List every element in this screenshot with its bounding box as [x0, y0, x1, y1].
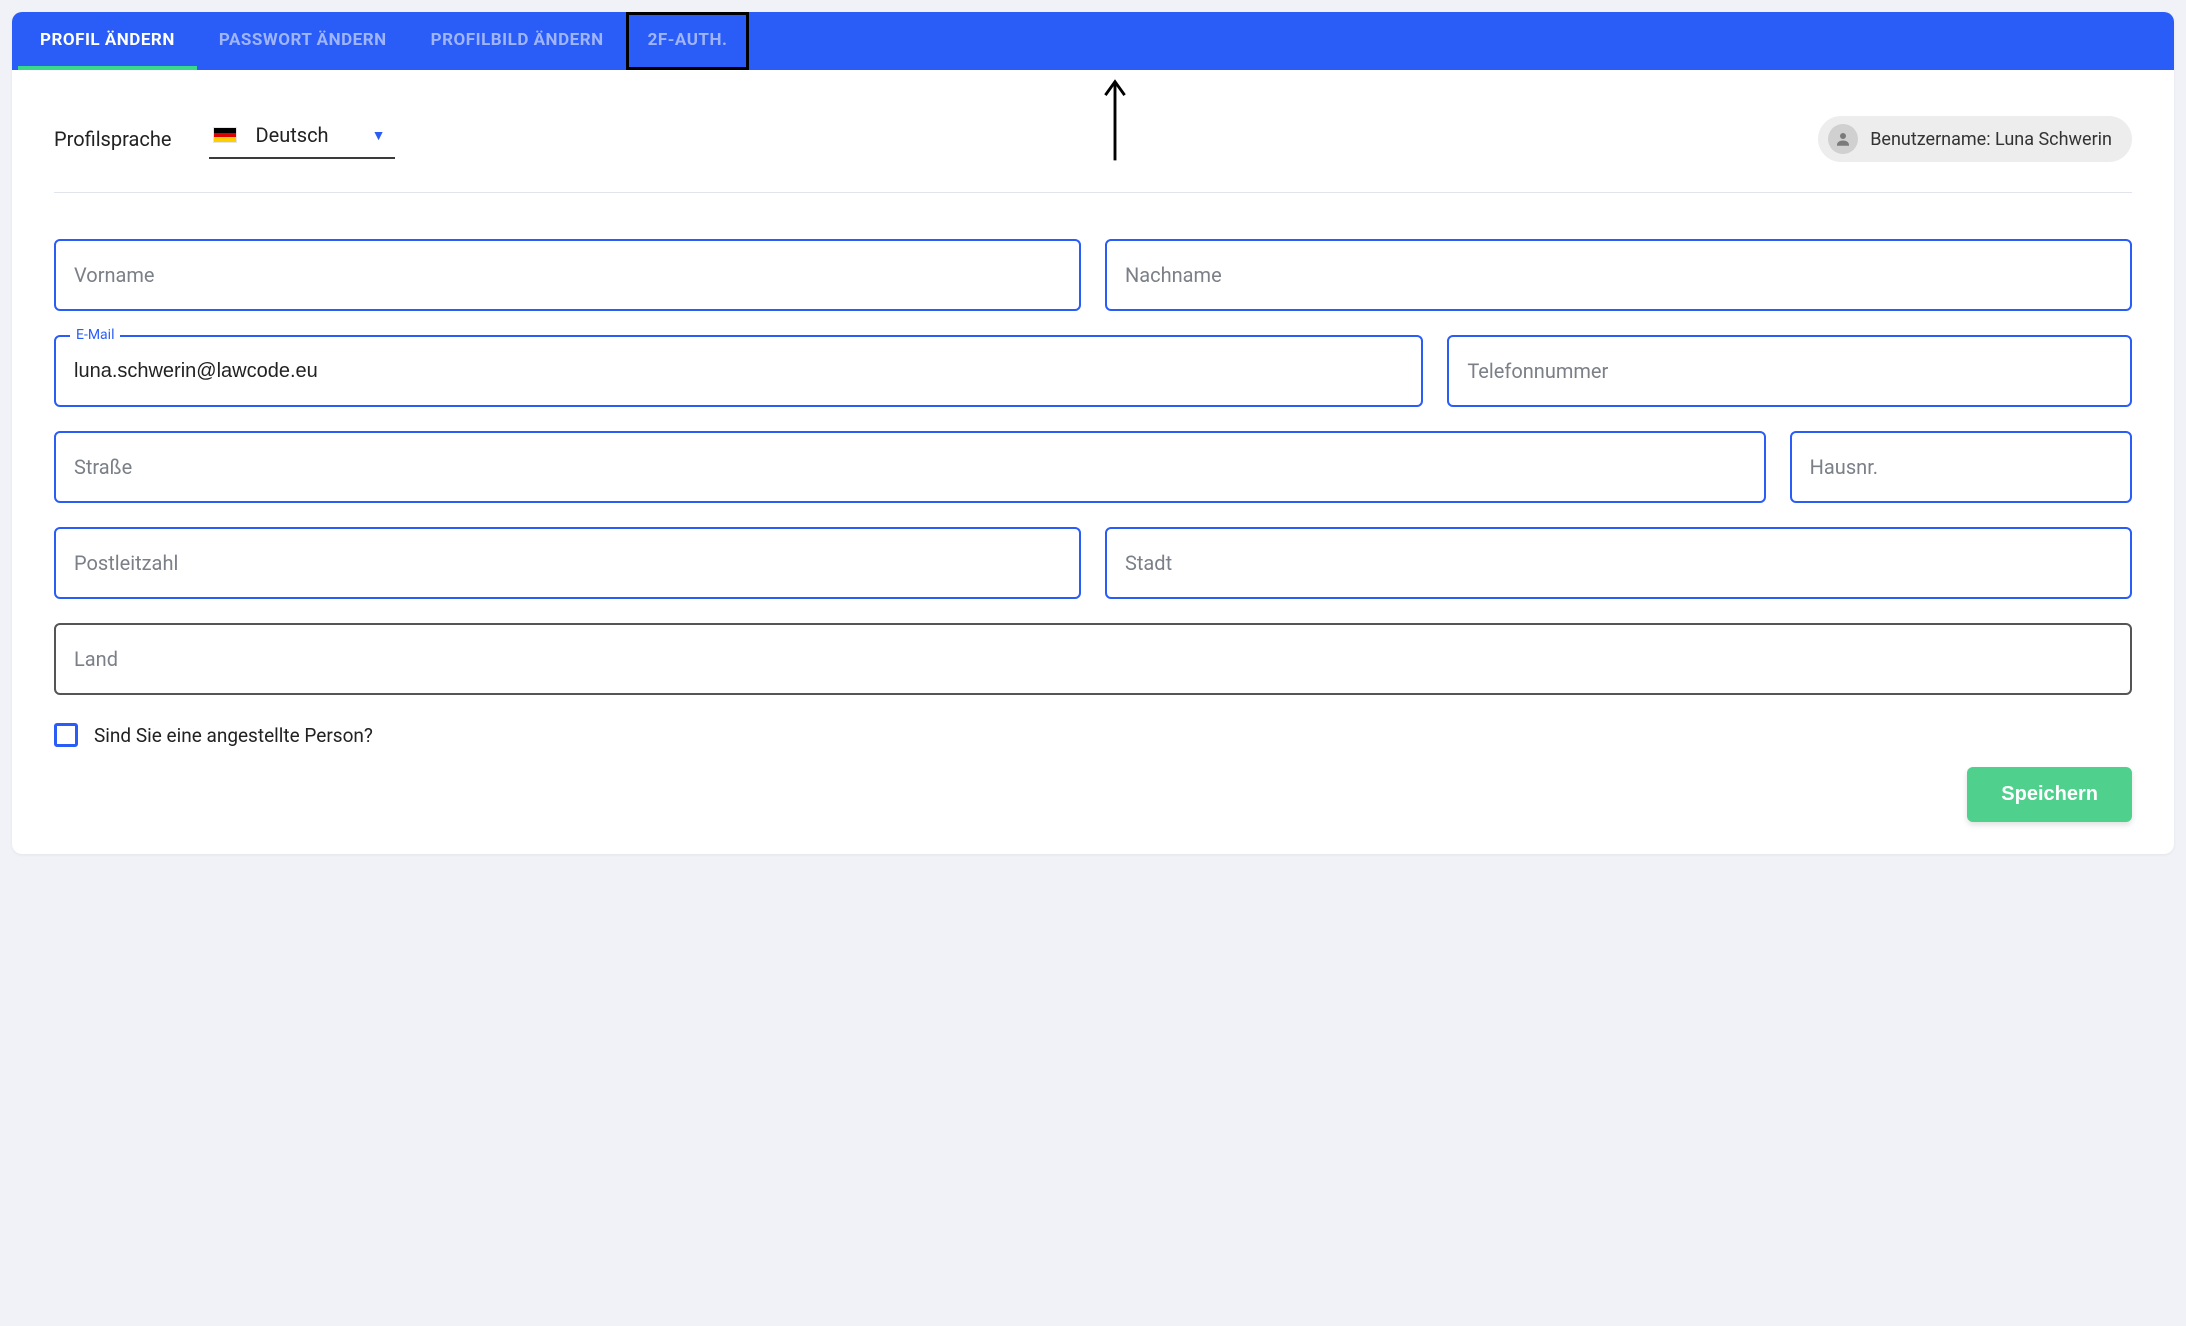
tab-change-avatar[interactable]: PROFILBILD ÄNDERN	[409, 12, 626, 70]
phone-field[interactable]: Telefonnummer	[1447, 335, 2132, 407]
email-field[interactable]: E-Mail	[54, 335, 1423, 407]
zip-field[interactable]: Postleitzahl	[54, 527, 1081, 599]
language-value: Deutsch	[255, 123, 353, 147]
houseno-input[interactable]	[1810, 456, 2112, 479]
employee-checkbox[interactable]	[54, 723, 78, 747]
street-field[interactable]: Straße	[54, 431, 1766, 503]
first-name-field[interactable]: Vorname	[54, 239, 1081, 311]
street-input[interactable]	[74, 456, 1746, 479]
language-select[interactable]: Deutsch ▼	[209, 119, 395, 159]
employee-checkbox-label: Sind Sie eine angestellte Person?	[94, 724, 373, 747]
email-label: E-Mail	[70, 327, 120, 343]
save-button[interactable]: Speichern	[1967, 767, 2132, 822]
tab-change-password[interactable]: PASSWORT ÄNDERN	[197, 12, 409, 70]
employee-checkbox-row: Sind Sie eine angestellte Person?	[54, 723, 2132, 747]
tab-edit-profile[interactable]: PROFIL ÄNDERN	[18, 12, 197, 70]
avatar-icon	[1828, 124, 1858, 154]
first-name-input[interactable]	[74, 264, 1061, 287]
username-text: Benutzername: Luna Schwerin	[1870, 129, 2112, 150]
zip-input[interactable]	[74, 552, 1061, 575]
caret-down-icon: ▼	[372, 127, 386, 144]
flag-de-icon	[213, 127, 237, 143]
content-area: Profilsprache Deutsch ▼ Benutzername: Lu…	[12, 70, 2174, 854]
action-row: Speichern	[54, 767, 2132, 822]
tab-2fa[interactable]: 2F-AUTH.	[626, 12, 750, 70]
last-name-input[interactable]	[1125, 264, 2112, 287]
tab-bar: PROFIL ÄNDERN PASSWORT ÄNDERN PROFILBILD…	[12, 12, 2174, 70]
city-field[interactable]: Stadt	[1105, 527, 2132, 599]
last-name-field[interactable]: Nachname	[1105, 239, 2132, 311]
houseno-field[interactable]: Hausnr.	[1790, 431, 2132, 503]
username-chip: Benutzername: Luna Schwerin	[1818, 116, 2132, 162]
top-row: Profilsprache Deutsch ▼ Benutzername: Lu…	[54, 90, 2132, 193]
language-label: Profilsprache	[54, 127, 171, 151]
country-field[interactable]: Land	[54, 623, 2132, 695]
country-input[interactable]	[74, 648, 2112, 671]
phone-input[interactable]	[1467, 360, 2112, 383]
language-block: Profilsprache Deutsch ▼	[54, 119, 395, 159]
city-input[interactable]	[1125, 552, 2112, 575]
email-input[interactable]	[74, 360, 1403, 383]
profile-form: Vorname Nachname E-Mail Telefonnummer	[54, 239, 2132, 695]
profile-settings-card: PROFIL ÄNDERN PASSWORT ÄNDERN PROFILBILD…	[12, 12, 2174, 854]
